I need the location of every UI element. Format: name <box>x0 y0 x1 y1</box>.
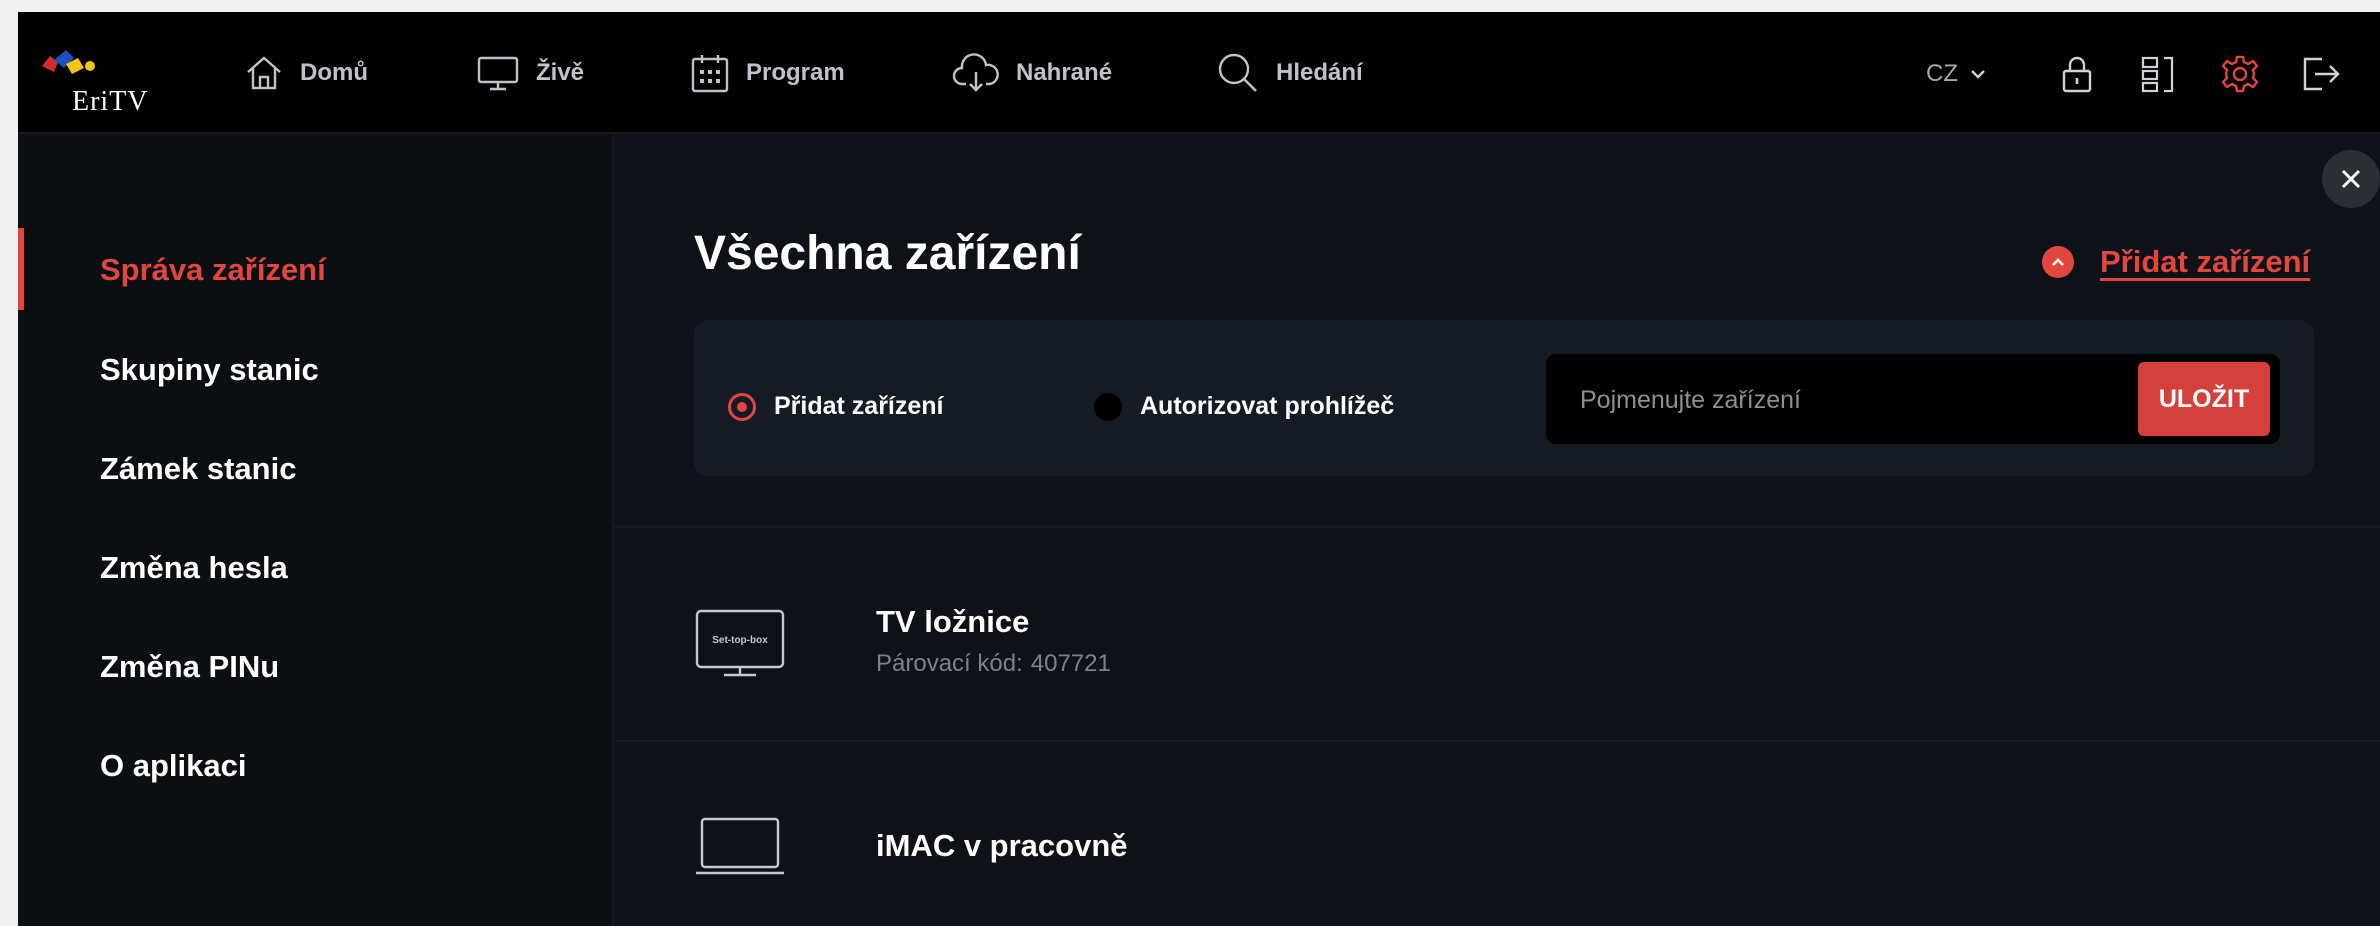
eritv-logo[interactable]: EriTV <box>36 38 149 118</box>
device-name: iMAC v pracovně <box>876 828 1128 863</box>
devices-icon <box>2141 56 2174 93</box>
cloud-download-icon <box>952 53 999 92</box>
logout-button[interactable] <box>2300 54 2342 94</box>
active-indicator <box>18 228 24 310</box>
home-icon <box>247 56 281 90</box>
settings-button[interactable] <box>2220 54 2260 94</box>
device-name-input[interactable] <box>1578 354 2122 446</box>
app-window: EriTV Domů Živě Program Nahrané Hledání … <box>18 12 2380 926</box>
top-navigation-bar: EriTV Domů Živě Program Nahrané Hledání … <box>18 12 2380 134</box>
language-label: CZ <box>1926 60 1958 87</box>
nav-live-label: Živě <box>536 59 585 86</box>
logout-icon <box>2303 57 2340 91</box>
pairing-code: Párovací kód: 407721 <box>876 650 1111 678</box>
nav-search-label: Hledání <box>1276 59 1363 86</box>
device-row[interactable]: iMAC v pracovně <box>614 742 2380 926</box>
sidebar-item-change-pin[interactable]: Změna PINu <box>100 643 279 691</box>
close-icon <box>2341 169 2361 189</box>
radio-unchecked-indicator <box>1094 392 1122 421</box>
settings-sidebar: Správa zařízení Skupiny stanic Zámek sta… <box>18 134 614 926</box>
nav-recorded-label: Nahrané <box>1016 59 1113 86</box>
radio-authorize-browser-label: Autorizovat prohlížeč <box>1140 392 1395 420</box>
sidebar-item-change-password[interactable]: Změna hesla <box>100 544 288 592</box>
lock-icon <box>2062 56 2092 93</box>
gear-icon <box>2221 55 2259 93</box>
laptop-icon <box>696 817 784 875</box>
nav-home[interactable]: Domů <box>244 50 368 96</box>
logo-text: EriTV <box>72 86 149 117</box>
save-button[interactable]: ULOŽIT <box>2138 362 2270 436</box>
radio-checked-indicator <box>728 392 756 421</box>
language-selector[interactable]: CZ <box>1926 54 1986 94</box>
page-title: Všechna zařízení <box>694 227 1081 280</box>
calendar-icon <box>691 55 729 93</box>
set-top-box-icon: Set-top-box <box>695 609 785 677</box>
search-icon <box>1218 53 1257 92</box>
pairing-code-value: 407721 <box>1030 650 1111 677</box>
tv-icon <box>477 56 519 91</box>
device-name-field-wrapper: ULOŽIT <box>1546 354 2280 446</box>
nav-recorded[interactable]: Nahrané <box>952 50 1112 96</box>
parental-lock-button[interactable] <box>2060 54 2094 94</box>
add-device-link-label: Přidat zařízení <box>2100 244 2311 279</box>
set-top-box-icon-label: Set-top-box <box>712 635 768 646</box>
sidebar-item-about[interactable]: O aplikaci <box>100 742 246 790</box>
nav-live[interactable]: Živě <box>476 50 584 96</box>
sidebar-item-channel-groups[interactable]: Skupiny stanic <box>100 346 319 394</box>
sidebar-item-channel-lock[interactable]: Zámek stanic <box>100 445 296 493</box>
nav-search[interactable]: Hledání <box>1216 50 1363 96</box>
device-name: TV ložnice <box>876 604 1030 639</box>
close-button[interactable] <box>2322 150 2380 208</box>
add-device-link[interactable]: Přidat zařízení <box>2042 240 2310 284</box>
chevron-up-icon <box>2042 246 2074 278</box>
nav-program-label: Program <box>746 59 845 86</box>
pairing-code-label: Párovací kód: <box>876 650 1023 677</box>
devices-button[interactable] <box>2140 54 2178 94</box>
chevron-down-icon <box>1971 70 1985 79</box>
nav-home-label: Domů <box>300 59 368 86</box>
device-row[interactable]: Set-top-box TV ložnice Párovací kód: 4077… <box>614 528 2380 738</box>
radio-add-device-label: Přidat zařízení <box>774 392 944 420</box>
radio-add-device[interactable]: Přidat zařízení <box>728 392 944 421</box>
radio-authorize-browser[interactable]: Autorizovat prohlížeč <box>1094 392 1394 421</box>
sidebar-item-device-management[interactable]: Správa zařízení <box>100 246 326 294</box>
nav-program[interactable]: Program <box>690 50 845 96</box>
add-device-form: Přidat zařízení Autorizovat prohlížeč UL… <box>694 320 2314 476</box>
